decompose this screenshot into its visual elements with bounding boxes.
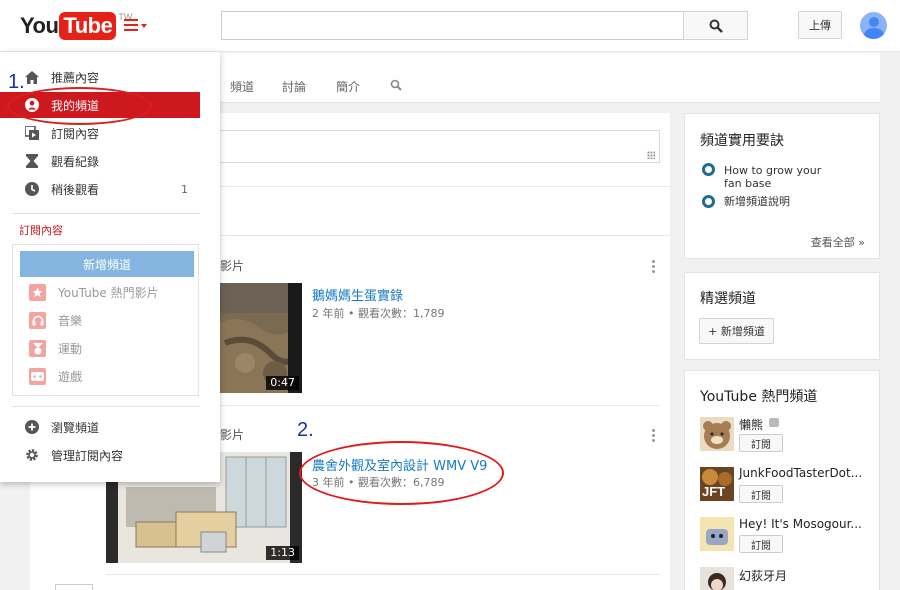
feed-section-label: 影片 xyxy=(220,428,245,442)
subscription-item-music[interactable]: 音樂 xyxy=(13,309,198,331)
history-icon xyxy=(24,153,40,169)
subscriptions-panel: 新增頻道 YouTube 熱門影片 音樂 運動 遊戲 xyxy=(12,244,199,396)
add-circle-icon xyxy=(24,419,40,435)
tips-card: 頻道實用要訣 How to grow your fan base 新增頻道說明 … xyxy=(684,113,880,259)
tip-ring-icon xyxy=(702,163,715,176)
video-title[interactable]: 鵝媽媽生蛋實錄 xyxy=(312,285,403,304)
annotation-number-1: 1. xyxy=(8,71,25,93)
star-icon xyxy=(29,284,46,301)
tip-add-channel-help[interactable]: 新增頻道說明 xyxy=(724,195,790,208)
guide-item-label: 推薦內容 xyxy=(51,70,100,85)
popular-channels-card: YouTube 熱門頻道 懶熊 訂閱 JFT JunkFoodTasterDot… xyxy=(684,370,880,590)
account-avatar[interactable] xyxy=(860,12,887,39)
guide-menu-button[interactable] xyxy=(124,18,150,34)
guide-item-manage-subscriptions[interactable]: 管理訂閱內容 xyxy=(0,442,200,468)
feed-section-label: 影片 xyxy=(220,259,245,273)
guide-item-label: 觀看紀錄 xyxy=(51,154,100,169)
guide-item-watch-later[interactable]: 稍後觀看 1 xyxy=(0,176,200,202)
channel-avatar[interactable] xyxy=(700,417,734,451)
youtube-logo[interactable]: You Tube TW xyxy=(20,12,132,40)
gear-icon xyxy=(24,447,40,463)
channel-avatar[interactable] xyxy=(700,517,734,551)
subscribe-button[interactable]: 訂閱 xyxy=(739,434,783,452)
guide-item-history[interactable]: 觀看紀錄 xyxy=(0,148,200,174)
channel-avatar-text: JFT xyxy=(702,484,726,499)
subscribe-button[interactable]: 訂閱 xyxy=(739,535,783,553)
caret-down-icon xyxy=(141,24,147,28)
subscription-label: 遊戲 xyxy=(58,370,83,384)
gamepad-icon xyxy=(29,368,46,385)
subscription-item-gaming[interactable]: 遊戲 xyxy=(13,365,198,387)
popular-title: YouTube 熱門頻道 xyxy=(700,389,818,405)
channel-avatar[interactable] xyxy=(700,567,734,590)
guide-item-label: 瀏覽頻道 xyxy=(51,420,100,435)
tab-channels[interactable]: 頻道 xyxy=(230,78,254,95)
annotation-ellipse-video-title xyxy=(299,441,504,505)
guide-item-label: 稍後觀看 xyxy=(51,182,100,197)
guide-item-browse-channels[interactable]: 瀏覽頻道 xyxy=(0,414,200,440)
logo-you: You xyxy=(20,13,59,38)
load-more-box[interactable] xyxy=(55,584,93,590)
tip-growth-link[interactable]: How to grow your fan base xyxy=(724,164,824,190)
resize-grip-icon[interactable] xyxy=(647,151,655,159)
upload-button[interactable]: 上傳 xyxy=(798,11,842,39)
channel-search-icon[interactable] xyxy=(390,79,402,91)
watch-later-count: 1 xyxy=(181,182,188,196)
featured-title: 精選頻道 xyxy=(700,291,756,307)
video-duration: 1:13 xyxy=(266,546,299,560)
subscription-item-sports[interactable]: 運動 xyxy=(13,337,198,359)
tips-title: 頻道實用要訣 xyxy=(700,133,784,149)
channel-name[interactable]: 懶熊 xyxy=(739,416,763,433)
more-options-icon[interactable] xyxy=(652,260,656,274)
guide-item-label: 管理訂閱內容 xyxy=(51,448,124,463)
subscription-label: YouTube 熱門影片 xyxy=(58,286,159,300)
masthead: You Tube TW 上傳 xyxy=(0,0,900,52)
annotation-ellipse-my-channel xyxy=(7,87,152,125)
featured-channels-card: 精選頻道 + 新增頻道 xyxy=(684,272,880,360)
headphones-icon xyxy=(29,312,46,329)
tab-discussion[interactable]: 討論 xyxy=(282,78,306,95)
video-thumbnail[interactable]: 0:47 xyxy=(220,283,302,393)
channel-name[interactable]: 幻荻牙月 xyxy=(739,567,787,584)
view-all-link[interactable]: 查看全部 » xyxy=(811,234,865,250)
medal-icon xyxy=(29,340,46,357)
subscriptions-section-title: 訂閱內容 xyxy=(19,224,63,237)
search-icon xyxy=(709,19,723,33)
more-options-icon[interactable] xyxy=(652,429,656,443)
annotation-number-2: 2. xyxy=(297,419,314,441)
subscribe-button[interactable]: 訂閱 xyxy=(739,485,783,503)
subscription-item-popular[interactable]: YouTube 熱門影片 xyxy=(13,281,198,303)
channel-name[interactable]: Hey! It's Mosogour... xyxy=(739,517,862,531)
logo-tube: Tube xyxy=(59,12,117,40)
subscription-label: 運動 xyxy=(58,342,83,356)
search-input[interactable] xyxy=(221,11,684,40)
verified-icon xyxy=(769,418,779,427)
add-featured-channel-button[interactable]: + 新增頻道 xyxy=(699,318,774,344)
tip-ring-icon xyxy=(702,195,715,208)
channel-avatar[interactable]: JFT xyxy=(700,467,734,501)
search-button[interactable] xyxy=(683,11,748,40)
tab-about[interactable]: 簡介 xyxy=(336,78,360,95)
new-channel-button[interactable]: 新增頻道 xyxy=(20,251,194,277)
video-duration: 0:47 xyxy=(266,376,299,390)
channel-name[interactable]: JunkFoodTasterDot... xyxy=(739,466,862,480)
guide-item-home[interactable]: 推薦內容 xyxy=(0,64,200,90)
guide-item-label: 訂閱內容 xyxy=(51,126,100,141)
subscriptions-icon xyxy=(24,125,40,141)
home-icon xyxy=(24,69,40,85)
video-meta: 2 年前 • 觀看次數：1,789 xyxy=(312,307,445,320)
subscription-label: 音樂 xyxy=(58,314,83,328)
clock-icon xyxy=(24,181,40,197)
hamburger-icon xyxy=(124,19,138,34)
